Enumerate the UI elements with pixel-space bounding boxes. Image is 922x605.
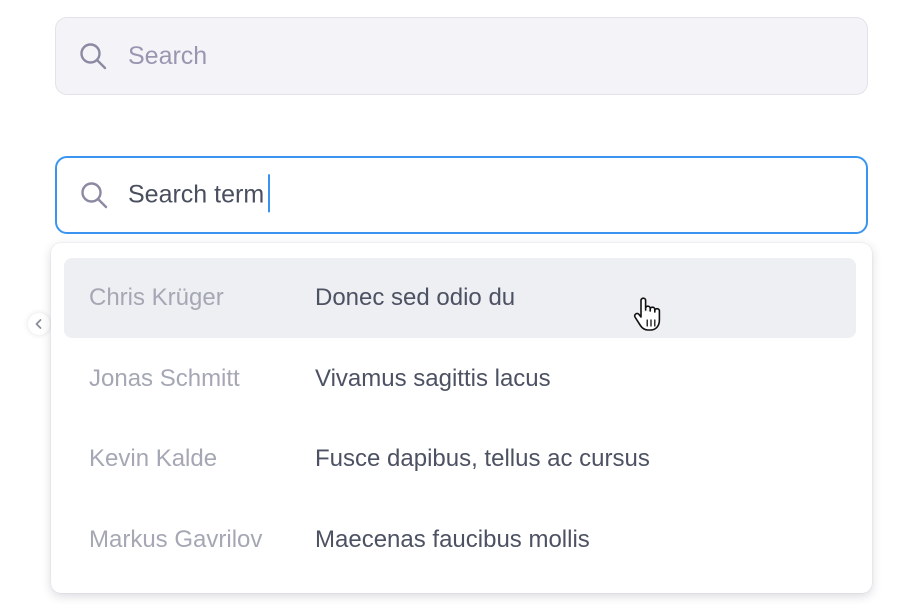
search-input-value: Search term [128, 180, 265, 209]
result-row[interactable]: Kevin Kalde Fusce dapibus, tellus ac cur… [64, 419, 856, 499]
result-name: Jonas Schmitt [89, 365, 240, 392]
result-name: Markus Gavrilov [89, 526, 263, 553]
search-box-active[interactable]: Search term [55, 156, 868, 234]
result-row[interactable]: Markus Gavrilov Maecenas faucibus mollis [64, 500, 856, 580]
result-name: Chris Krüger [89, 284, 224, 311]
result-description: Donec sed odio du [315, 284, 516, 311]
collapse-handle[interactable] [28, 313, 50, 335]
search-icon [80, 43, 107, 70]
search-box-idle[interactable] [55, 17, 868, 95]
result-description: Vivamus sagittis lacus [315, 365, 551, 392]
page: Search term Chris Krüger Donec sed odio … [0, 0, 922, 605]
result-row[interactable]: Chris Krüger Donec sed odio du [64, 258, 856, 338]
search-icon [81, 182, 108, 209]
result-description: Fusce dapibus, tellus ac cursus [315, 445, 650, 472]
search-input-idle[interactable] [128, 39, 847, 73]
result-row[interactable]: Jonas Schmitt Vivamus sagittis lacus [64, 339, 856, 419]
chevron-left-icon [35, 319, 42, 329]
text-caret [268, 174, 271, 213]
result-name: Kevin Kalde [89, 445, 218, 472]
search-results-dropdown: Chris Krüger Donec sed odio du Jonas Sch… [51, 243, 872, 593]
result-description: Maecenas faucibus mollis [315, 526, 590, 553]
search-input-active[interactable]: Search term [128, 174, 271, 213]
